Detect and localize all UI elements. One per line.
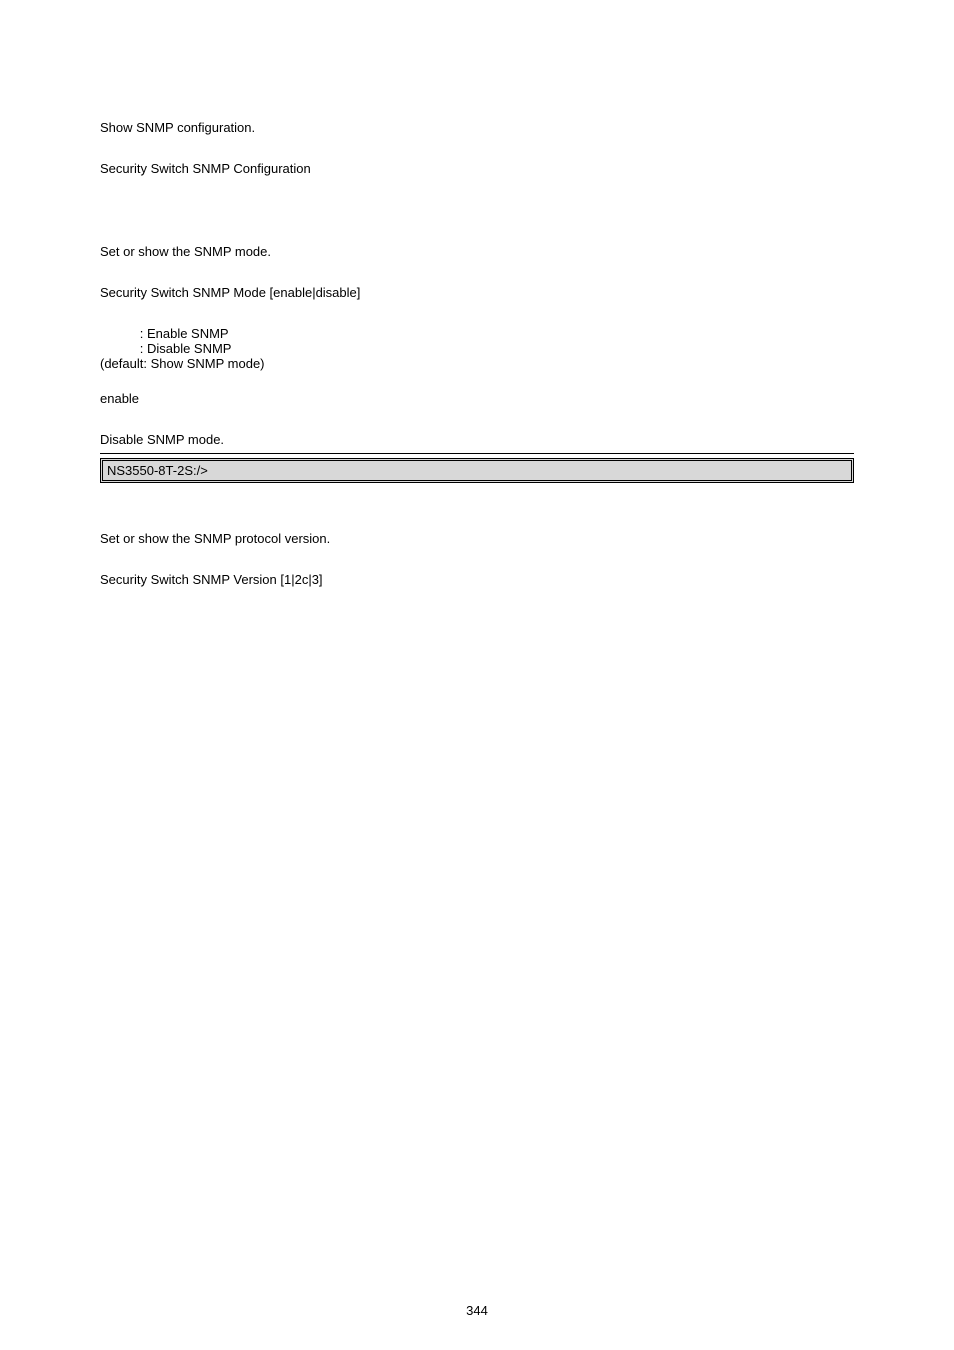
divider (100, 453, 854, 454)
version-syntax: Security Switch SNMP Version [1|2c|3] (100, 572, 854, 587)
version-description: Set or show the SNMP protocol version. (100, 531, 854, 546)
param-default: (default: Show SNMP mode) (100, 356, 854, 371)
command-box: NS3550-8T-2S:/> (100, 458, 854, 483)
param-disable: : Disable SNMP (100, 341, 854, 356)
default-mode: enable (100, 391, 854, 406)
config-description: Show SNMP configuration. (100, 120, 854, 135)
param-enable: : Enable SNMP (100, 326, 854, 341)
page-number: 344 (0, 1303, 954, 1318)
example-description: Disable SNMP mode. (100, 432, 854, 447)
command-prompt: NS3550-8T-2S:/> (107, 463, 208, 478)
mode-syntax: Security Switch SNMP Mode [enable|disabl… (100, 285, 854, 300)
page-container: Show SNMP configuration. Security Switch… (0, 0, 954, 1350)
mode-description: Set or show the SNMP mode. (100, 244, 854, 259)
config-syntax: Security Switch SNMP Configuration (100, 161, 854, 176)
